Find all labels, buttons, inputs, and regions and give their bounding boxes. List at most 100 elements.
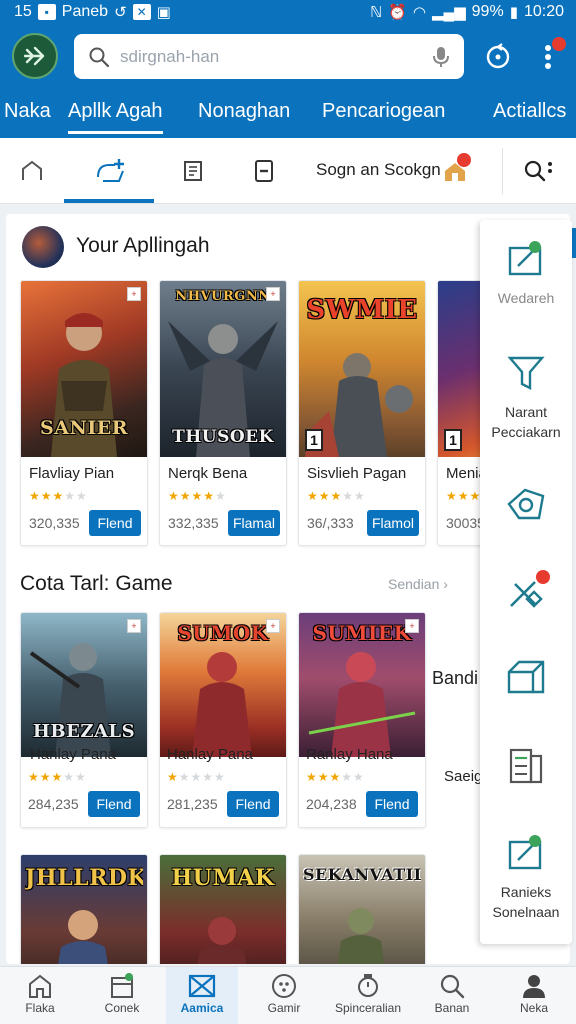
rating-stars: ★★★ <box>446 489 482 503</box>
app-card[interactable]: SANIER + Flavliay Pian ★★★★★ 320,335 Fle… <box>20 280 148 546</box>
nav-label: Gamir <box>267 1001 301 1015</box>
age-rating-icon: + <box>266 287 280 301</box>
nav-banan[interactable]: Banan <box>412 973 492 1015</box>
rank-badge: 1 <box>444 429 462 451</box>
install-button[interactable]: Flend <box>89 510 141 536</box>
app-cover: SEKANVATIL <box>299 855 425 964</box>
overflow-menu-button[interactable] <box>532 37 566 73</box>
app-name: Sisvlieh Pagan <box>307 465 407 482</box>
more-vert-icon <box>545 45 551 69</box>
nav-gamir[interactable]: Gamir <box>244 973 324 1015</box>
app-card[interactable]: SWMIE 1 Sisvlieh Pagan ★★★★★ 36/,333 Fla… <box>298 280 426 546</box>
install-button[interactable]: Flend <box>366 791 418 817</box>
app-cover: HUMAK <box>160 855 286 964</box>
rail-item-wedareh[interactable]: Wedareh <box>480 240 572 308</box>
app-card[interactable]: HUMAK <box>159 854 287 964</box>
camera-icon <box>507 488 545 520</box>
nav-flaka[interactable]: Flaka <box>0 973 80 1015</box>
app-cover: SWMIE 1 <box>299 281 425 457</box>
rail-label: Ranieks Sonelnaan <box>492 884 560 920</box>
battery-icon: ▮ <box>509 4 518 21</box>
notification-dot <box>552 37 566 51</box>
tab-naka[interactable]: Naka <box>4 100 51 123</box>
edit-link-icon <box>508 241 542 276</box>
timer-icon <box>358 974 378 997</box>
library-button[interactable] <box>177 155 209 187</box>
secondary-toolbar: Sogn an Scokgn <box>0 138 576 204</box>
install-button[interactable]: Flamal <box>228 510 280 536</box>
cover-title: HBEZALS <box>32 721 136 742</box>
nav-aamica[interactable]: Aamica <box>162 973 242 1015</box>
search-bar[interactable] <box>74 34 464 79</box>
sync-button[interactable] <box>482 41 514 73</box>
rail-item-camera[interactable] <box>480 484 572 524</box>
age-rating-icon: + <box>127 287 141 301</box>
tab-apllk-agah[interactable]: Apllk Agah <box>68 100 163 134</box>
download-count: 320,335 <box>29 515 80 531</box>
app-card[interactable]: NHVURGNN THUSOEK + Nerqk Bena ★★★★★ 332,… <box>159 280 287 546</box>
rail-item-box[interactable] <box>480 658 572 698</box>
app-name: Hanlay Pana <box>167 746 253 763</box>
app-cover: SUMOK + <box>160 613 286 757</box>
add-app-button[interactable] <box>95 155 127 187</box>
promo-text[interactable]: Sogn an Scokgn <box>316 160 441 180</box>
install-button[interactable]: Flend <box>227 791 279 817</box>
nav-neka[interactable]: Neka <box>494 973 574 1015</box>
rail-item-list[interactable] <box>480 746 572 786</box>
document-minus-icon <box>255 160 273 182</box>
mail-icon <box>188 974 216 998</box>
home-promo-button[interactable] <box>440 153 472 187</box>
app-card[interactable]: SEKANVATIL <box>298 854 426 964</box>
rail-item-tools[interactable] <box>480 570 572 612</box>
filter-icon <box>507 356 545 390</box>
tools-badge <box>536 570 550 584</box>
nav-label: Flaka <box>25 1001 55 1015</box>
status-carrier: Paneb <box>61 3 109 20</box>
app-card[interactable]: JHLLRDK <box>20 854 148 964</box>
list-icon <box>509 748 543 784</box>
scroll-indicator[interactable] <box>572 228 576 258</box>
mic-icon[interactable] <box>432 45 450 69</box>
rail-item-ranieks[interactable]: Ranieks Sonelnaan <box>480 834 572 922</box>
search-options-button[interactable] <box>522 155 554 187</box>
section-title-top-games: Cota Tarl: Game <box>20 572 173 595</box>
rating-stars: ★★★★★ <box>28 770 87 784</box>
wifi-icon: ◠ <box>412 4 426 21</box>
rating-stars: ★★★★★ <box>307 489 366 503</box>
toolbar-divider <box>502 148 503 194</box>
edit-link-icon <box>508 835 542 870</box>
install-button[interactable]: Flend <box>88 791 140 817</box>
book-icon <box>184 161 202 181</box>
tab-nonaghan[interactable]: Nonaghan <box>198 100 290 123</box>
search-more-icon <box>524 160 552 182</box>
app-logo[interactable] <box>12 33 58 79</box>
home-button[interactable] <box>16 155 48 187</box>
search-input[interactable] <box>120 46 432 67</box>
age-rating-icon: + <box>127 619 141 633</box>
app-cover: SUMIEK + <box>299 613 425 757</box>
avatar[interactable] <box>22 226 64 268</box>
nav-conek[interactable]: Conek <box>82 973 162 1015</box>
see-all-link[interactable]: Sendian › <box>388 576 448 592</box>
cover-title: JHLLRDK <box>25 865 143 891</box>
arrow-logo-icon <box>23 46 45 66</box>
rail-item-narant[interactable]: Narant Pecciakarn <box>480 354 572 442</box>
nav-spinceralian[interactable]: Spinceralian <box>328 973 408 1015</box>
app-bar <box>0 24 576 90</box>
rail-label: Narant Pecciakarn <box>491 404 561 440</box>
tab-actiallcs[interactable]: Actiallcs <box>493 100 566 123</box>
box-icon <box>507 660 545 694</box>
status-bar: 15 ▪ Paneb ↺ ✕ ▣ ℕ ⏰ ◠ ▂▄▆ 99% ▮ 10:20 <box>0 0 576 24</box>
see-all-label: Sendian <box>388 576 440 592</box>
signal-icon: ▂▄▆ <box>431 4 466 21</box>
age-rating-icon: + <box>266 619 280 633</box>
cover-title: SUMOK <box>177 621 269 645</box>
sync-icon <box>486 43 510 69</box>
right-rail: Wedareh Narant Pecciakarn Ranieks Soneln… <box>480 220 572 944</box>
app-name: Flavliay Pian <box>29 465 115 482</box>
search-icon <box>440 974 465 999</box>
side-label-bandi: Bandi <box>432 668 479 688</box>
tab-pencariogean[interactable]: Pencariogean <box>322 100 445 123</box>
minimize-button[interactable] <box>248 155 280 187</box>
install-button[interactable]: Flamol <box>367 510 419 536</box>
